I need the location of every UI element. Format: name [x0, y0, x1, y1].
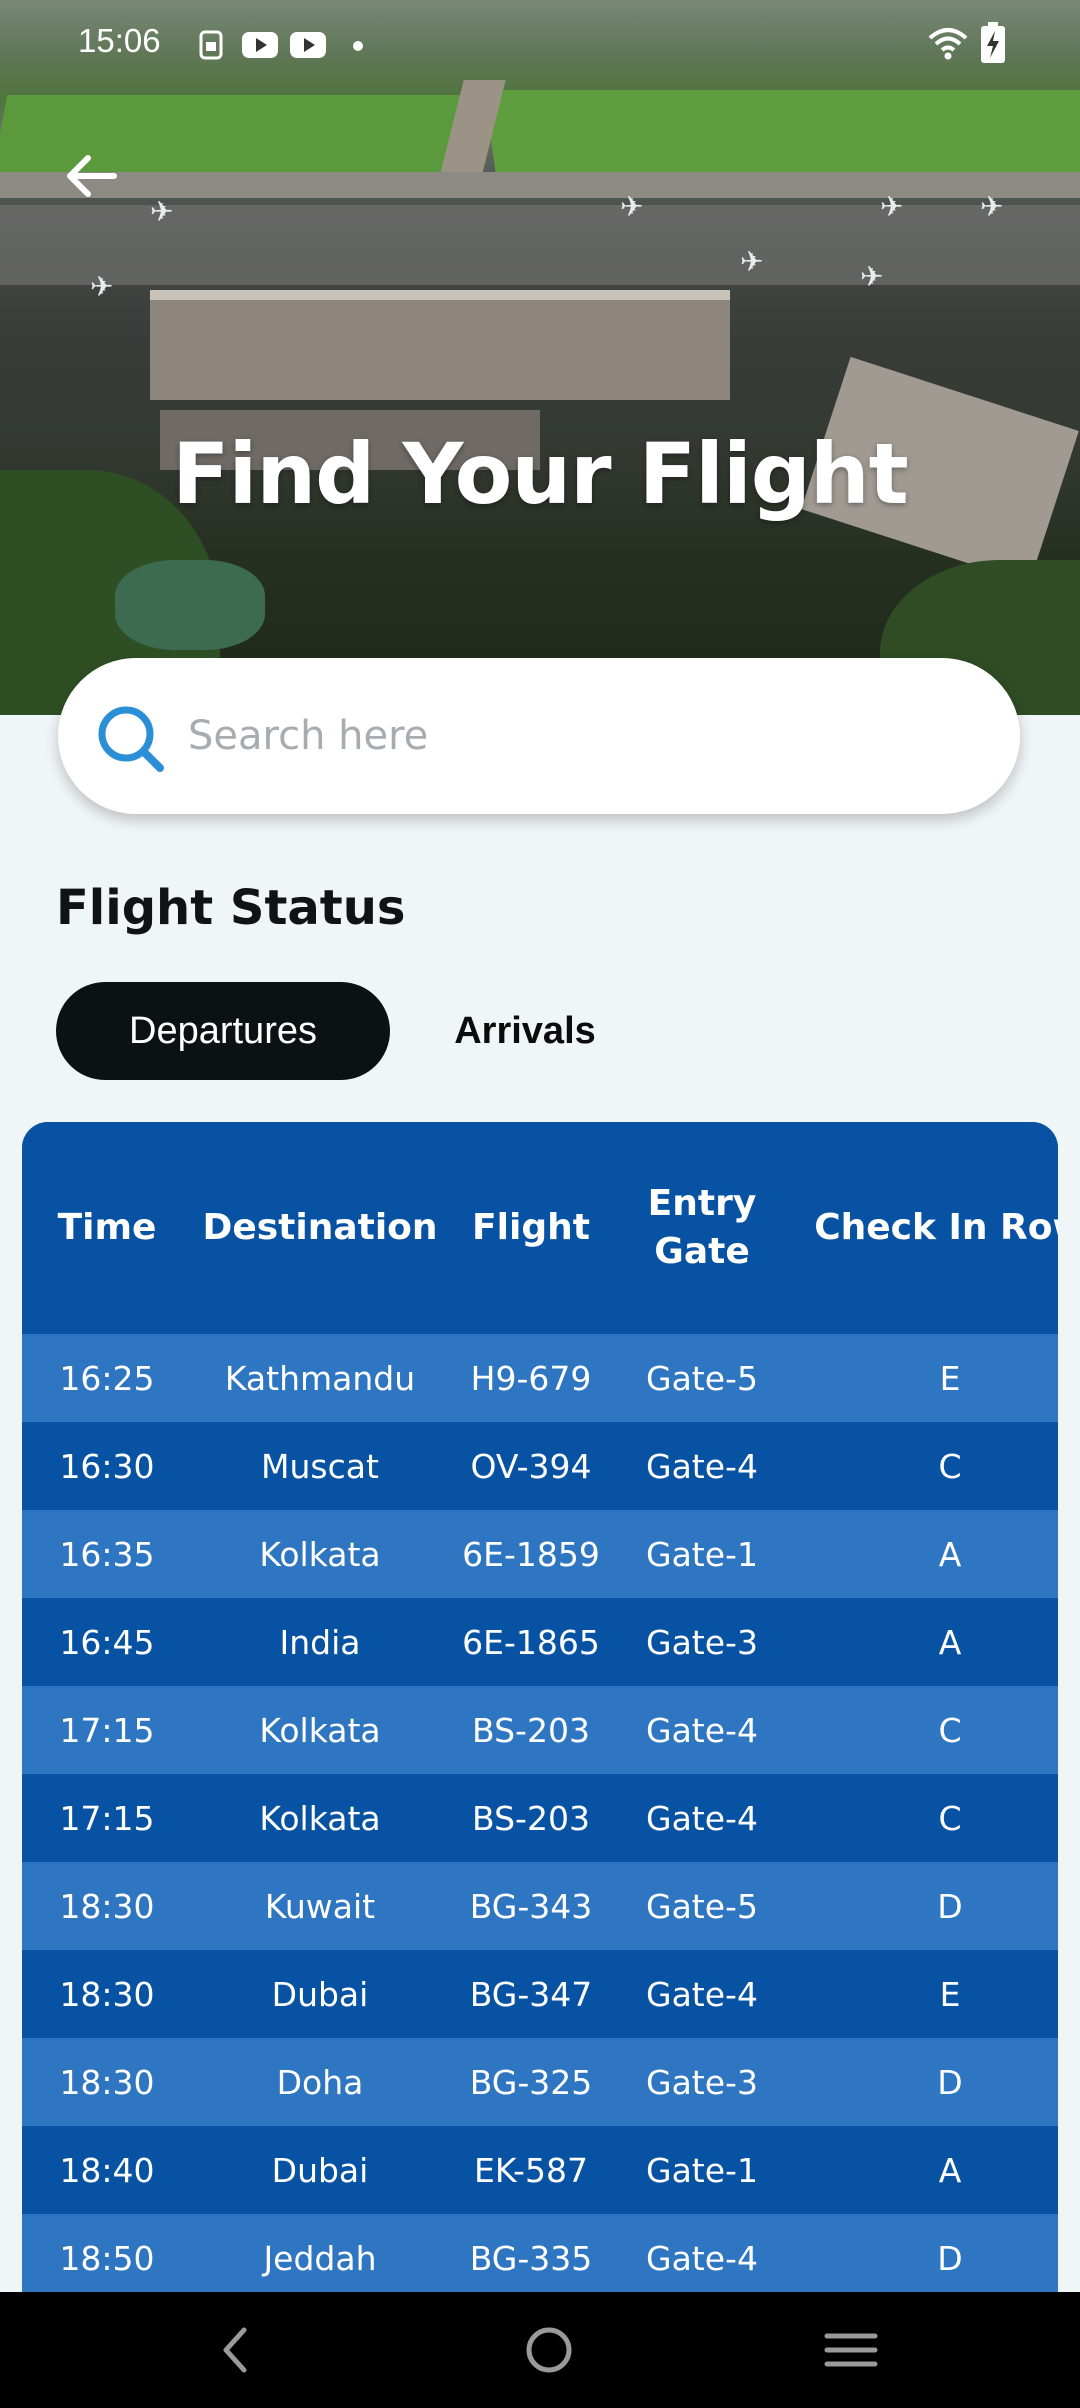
cell-time: 18:30 [59, 2062, 155, 2102]
cell-entry-gate: Gate-4 [646, 1446, 758, 1486]
sim-icon [199, 30, 223, 60]
cell-flight: BG-325 [469, 2062, 593, 2102]
cell-check-in-row: C [938, 1446, 962, 1486]
table-header: Time Destination Flight Entry Gate Check… [22, 1122, 1058, 1334]
column-header-check-in-row: Check In Row [814, 1207, 1058, 1248]
cell-check-in-row: A [938, 1534, 962, 1574]
page-title: Find Your Flight [172, 425, 909, 523]
dot-icon [353, 41, 363, 51]
search-bar[interactable] [58, 658, 1020, 814]
table-row[interactable]: 18:30 Doha BG-325 Gate-3 D [22, 2038, 1058, 2126]
cell-time: 16:45 [59, 1622, 155, 1662]
column-header-entry-gate: Entry Gate [647, 1183, 757, 1272]
cell-time: 16:35 [59, 1534, 155, 1574]
cell-destination: Dubai [271, 2150, 369, 2190]
cell-time: 18:50 [59, 2238, 155, 2278]
table-row[interactable]: 18:50 Jeddah BG-335 Gate-4 D [22, 2214, 1058, 2292]
table-row[interactable]: 17:15 Kolkata BS-203 Gate-4 C [22, 1686, 1058, 1774]
battery-charging-icon [981, 22, 1005, 63]
cell-flight: H9-679 [470, 1358, 592, 1398]
cell-entry-gate: Gate-3 [646, 1622, 758, 1662]
nav-back-icon[interactable] [200, 2314, 272, 2386]
cell-time: 16:25 [59, 1358, 155, 1398]
cell-entry-gate: Gate-4 [646, 1974, 758, 2014]
tab-departures[interactable]: Departures [56, 982, 390, 1080]
back-arrow-icon[interactable] [56, 140, 128, 212]
nav-home-icon[interactable] [513, 2314, 585, 2386]
cell-entry-gate: Gate-5 [646, 1358, 758, 1398]
cell-entry-gate: Gate-4 [646, 1710, 758, 1750]
table-body: 16:25 Kathmandu H9-679 Gate-5 E 16:30 Muscat OV… [22, 1334, 1058, 2292]
cell-entry-gate: Gate-4 [646, 1798, 758, 1838]
flight-table: Time Destination Flight Entry Gate Check… [22, 1122, 1058, 2292]
column-header-flight: Flight [472, 1207, 590, 1248]
cell-check-in-row: D [937, 2062, 963, 2102]
table-row[interactable]: 18:30 Kuwait BG-343 Gate-5 D [22, 1862, 1058, 1950]
cell-destination: Kathmandu [224, 1358, 416, 1398]
section-title-flight-status: Flight Status [56, 880, 406, 936]
cell-time: 18:40 [59, 2150, 155, 2190]
cell-entry-gate: Gate-5 [646, 1886, 758, 1926]
tab-arrivals[interactable]: Arrivals [440, 982, 610, 1080]
table-row[interactable]: 17:15 Kolkata BS-203 Gate-4 C [22, 1774, 1058, 1862]
cell-flight: BS-203 [472, 1798, 590, 1838]
search-input[interactable] [188, 698, 968, 774]
system-nav-bar [0, 2292, 1080, 2408]
cell-destination: Kolkata [259, 1798, 381, 1838]
table-row[interactable]: 18:30 Dubai BG-347 Gate-4 E [22, 1950, 1058, 2038]
cell-destination: Dubai [271, 1974, 369, 2014]
youtube-icon [242, 32, 278, 58]
cell-flight: BS-203 [472, 1710, 590, 1750]
cell-flight: 6E-1859 [462, 1534, 600, 1574]
cell-time: 17:15 [59, 1710, 155, 1750]
cell-flight: BG-347 [469, 1974, 593, 2014]
cell-flight: BG-343 [469, 1886, 593, 1926]
cell-check-in-row: E [939, 1974, 961, 2014]
cell-entry-gate: Gate-4 [646, 2238, 758, 2278]
cell-check-in-row: E [939, 1358, 961, 1398]
cell-check-in-row: C [938, 1798, 962, 1838]
table-row[interactable]: 16:30 Muscat OV-394 Gate-4 C [22, 1422, 1058, 1510]
nav-menu-icon[interactable] [815, 2314, 887, 2386]
cell-destination: Kolkata [259, 1710, 381, 1750]
search-icon [98, 706, 164, 772]
column-header-destination: Destination [202, 1207, 438, 1248]
hero-airport-image: ✈ ✈ ✈ ✈ ✈ ✈ ✈ [0, 0, 1080, 715]
cell-entry-gate: Gate-1 [646, 2150, 758, 2190]
cell-flight: OV-394 [470, 1446, 592, 1486]
column-header-time: Time [57, 1207, 157, 1248]
cell-time: 17:15 [59, 1798, 155, 1838]
cell-check-in-row: D [937, 1886, 963, 1926]
status-time: 15:06 [78, 22, 161, 59]
cell-destination: Kuwait [264, 1886, 376, 1926]
wifi-icon [928, 28, 968, 60]
cell-destination: Jeddah [263, 2238, 377, 2278]
cell-destination: Doha [276, 2062, 364, 2102]
cell-flight: EK-587 [474, 2150, 588, 2190]
status-bar: 15:06 [0, 0, 1080, 90]
cell-time: 18:30 [59, 1886, 155, 1926]
cell-flight: BG-335 [469, 2238, 593, 2278]
cell-flight: 6E-1865 [462, 1622, 600, 1662]
cell-check-in-row: D [937, 2238, 963, 2278]
youtube-icon [290, 32, 326, 58]
cell-destination: Kolkata [259, 1534, 381, 1574]
cell-destination: Muscat [261, 1446, 379, 1486]
cell-check-in-row: A [938, 1622, 962, 1662]
table-row[interactable]: 16:25 Kathmandu H9-679 Gate-5 E [22, 1334, 1058, 1422]
cell-entry-gate: Gate-1 [646, 1534, 758, 1574]
cell-destination: India [279, 1622, 361, 1662]
table-row[interactable]: 18:40 Dubai EK-587 Gate-1 A [22, 2126, 1058, 2214]
table-row[interactable]: 16:45 India 6E-1865 Gate-3 A [22, 1598, 1058, 1686]
cell-check-in-row: A [938, 2150, 962, 2190]
cell-check-in-row: C [938, 1710, 962, 1750]
table-row[interactable]: 16:35 Kolkata 6E-1859 Gate-1 A [22, 1510, 1058, 1598]
app-screen: ✈ ✈ ✈ ✈ ✈ ✈ ✈ 15:06 Find Your Flight Sea… [0, 0, 1080, 2408]
cell-time: 18:30 [59, 1974, 155, 2014]
cell-time: 16:30 [59, 1446, 155, 1486]
cell-entry-gate: Gate-3 [646, 2062, 758, 2102]
